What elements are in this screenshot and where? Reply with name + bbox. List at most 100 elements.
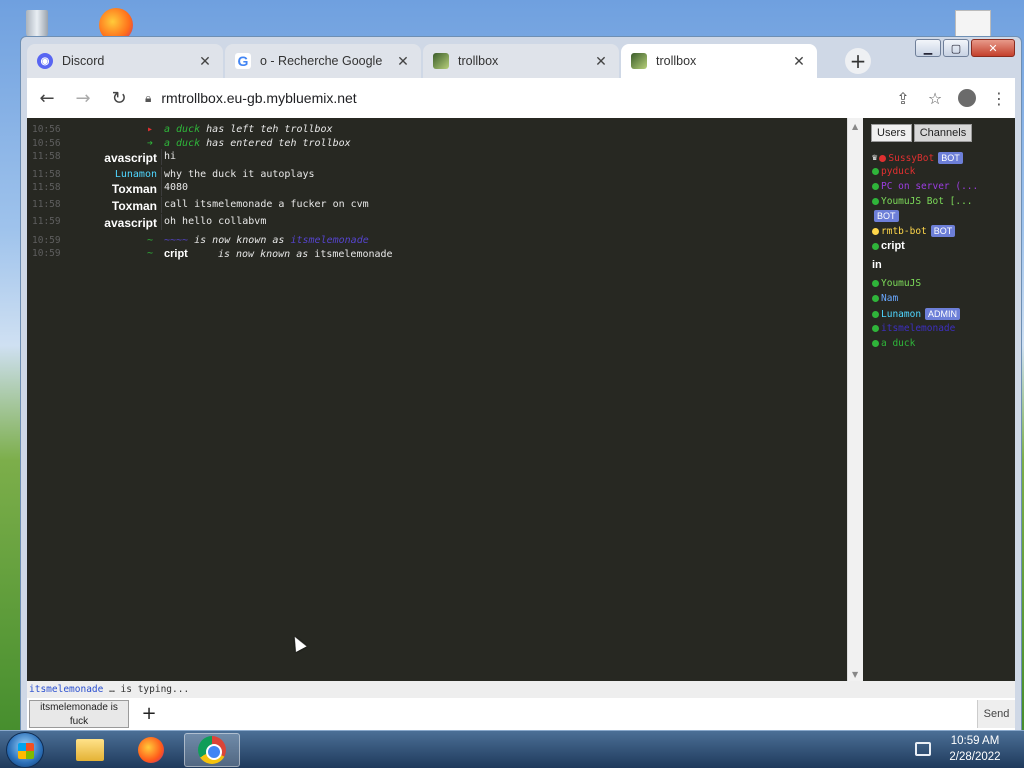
username[interactable]: a duck — [164, 124, 200, 135]
tab-label: trollbox — [656, 54, 697, 68]
user-name: itsmelemonade — [881, 323, 956, 334]
menu-icon[interactable]: ⋮ — [983, 82, 1015, 114]
tab-channels[interactable]: Channels — [913, 124, 973, 142]
timestamp: 10:59 — [32, 248, 61, 259]
chat-line: 11:59 avascript oh hello collabvm — [27, 214, 847, 230]
nickname[interactable]: avascript — [104, 216, 157, 230]
status-dot-icon — [872, 183, 879, 190]
user-list-item[interactable]: cript — [872, 240, 905, 252]
user-name: YoumuJS — [881, 278, 922, 289]
username[interactable]: ~~~~ — [164, 235, 188, 246]
taskbar-explorer[interactable] — [62, 733, 118, 767]
taskbar-chrome[interactable] — [184, 733, 240, 767]
user-list-item[interactable]: PC on server (... — [872, 181, 978, 192]
discord-icon: ◉ — [37, 53, 53, 69]
tab-discord[interactable]: ◉ Discord ✕ — [27, 44, 223, 78]
taskbar-firefox[interactable] — [123, 733, 179, 767]
user-name: YoumuJS Bot [... — [881, 196, 973, 207]
timestamp: 11:58 — [32, 169, 61, 180]
system-text: is now known as — [217, 249, 309, 260]
user-list-item[interactable]: ♛ SussyBot BOT — [872, 152, 963, 164]
rename-icon: ~ — [147, 235, 154, 246]
back-icon[interactable]: ← — [31, 82, 63, 114]
message-input[interactable] — [167, 700, 977, 728]
nickname[interactable]: Toxman — [112, 182, 157, 196]
tab-users[interactable]: Users — [871, 124, 912, 142]
scroll-down-icon[interactable]: ▼ — [852, 670, 858, 679]
send-button[interactable]: Send — [977, 700, 1015, 728]
channel-button[interactable]: itsmelemonade is fuck — [29, 700, 129, 728]
timestamp: 11:58 — [32, 151, 61, 162]
chat-line: 10:56 ➔ a duck has entered teh trollbox — [27, 138, 847, 152]
message-text: why the duck it autoplays — [164, 169, 315, 180]
address-bar[interactable]: rmtrollbox.eu-gb.mybluemix.net — [161, 90, 887, 106]
add-button[interactable]: + — [135, 704, 163, 726]
close-tab-icon[interactable]: ✕ — [197, 53, 213, 70]
star-icon[interactable]: ☆ — [919, 82, 951, 114]
profile-icon[interactable] — [951, 82, 983, 114]
separator — [161, 214, 162, 230]
nickname[interactable]: Toxman — [112, 199, 157, 213]
role-badge: BOT — [874, 210, 899, 222]
new-tab-button[interactable]: + — [845, 48, 871, 74]
separator — [161, 197, 162, 213]
nickname[interactable]: avascript — [104, 151, 157, 165]
user-list-item[interactable]: itsmelemonade — [872, 323, 955, 334]
separator — [161, 180, 162, 196]
chat-line: 10:59 ~ ~~~~ is now known as itsmelemona… — [27, 235, 847, 249]
chrome-icon — [198, 736, 226, 764]
forward-icon[interactable]: → — [67, 82, 99, 114]
status-dot-icon — [872, 227, 879, 235]
close-tab-icon[interactable]: ✕ — [593, 53, 609, 70]
chat-scrollbar[interactable]: ▲ ▼ — [847, 118, 863, 681]
nickname[interactable]: Lunamon — [115, 169, 157, 180]
close-tab-icon[interactable]: ✕ — [791, 53, 807, 70]
user-list-item[interactable]: rmtb-bot BOT — [872, 225, 956, 237]
user-list-item[interactable]: in — [872, 259, 882, 271]
chat-line: 11:58 Toxman 4080 — [27, 180, 847, 196]
user-name: pyduck — [881, 166, 916, 177]
scroll-up-icon[interactable]: ▲ — [852, 122, 858, 131]
trollbox-page: 10:56 ▸ a duck has left teh trollbox 10:… — [27, 118, 1015, 730]
share-icon[interactable]: ⇪ — [887, 82, 919, 114]
timestamp: 11:59 — [32, 216, 61, 227]
lock-icon[interactable]: 🔒︎ — [145, 91, 151, 106]
user-list-item[interactable]: a duck — [872, 338, 915, 349]
network-icon[interactable] — [915, 742, 931, 756]
role-badge: BOT — [938, 152, 963, 164]
clock[interactable]: 10:59 AM 2/28/2022 — [940, 733, 1010, 765]
clock-time: 10:59 AM — [950, 735, 1000, 747]
enter-arrow-icon: ➔ — [147, 138, 154, 149]
tab-label: Discord — [62, 54, 105, 68]
tab-trollbox-active[interactable]: trollbox ✕ — [621, 44, 817, 78]
close-tab-icon[interactable]: ✕ — [395, 53, 411, 70]
status-dot-icon — [872, 310, 879, 318]
user-name: rmtb-bot — [881, 225, 927, 237]
tab-trollbox-1[interactable]: trollbox ✕ — [423, 44, 619, 78]
role-badge: ADMIN — [925, 308, 961, 320]
status-dot-icon — [872, 280, 879, 287]
folder-icon — [76, 739, 104, 761]
user-list-item[interactable]: Lunamon ADMIN — [872, 308, 961, 320]
browser-window: ▁ ▢ ✕ ◉ Discord ✕ G o - Recherche Google… — [20, 36, 1022, 732]
system-text: has entered teh trollbox — [206, 138, 351, 149]
user-name: in — [872, 259, 882, 271]
reload-icon[interactable]: ↻ — [103, 82, 135, 114]
user-list-item[interactable]: YoumuJS Bot [... — [872, 196, 973, 207]
user-list-item[interactable]: YoumuJS — [872, 278, 921, 289]
new-username[interactable]: itsmelemonade — [314, 249, 392, 260]
status-dot-icon — [872, 198, 879, 205]
message-text: 4080 — [164, 182, 189, 193]
user-list-item[interactable]: pyduck — [872, 166, 915, 177]
input-row: itsmelemonade is fuck + Send — [27, 698, 1015, 730]
tab-google[interactable]: G o - Recherche Google ✕ — [225, 44, 421, 78]
chat-line: 10:59 ~ cript is now known as itsmelemon… — [27, 248, 847, 262]
taskbar: 10:59 AM 2/28/2022 — [0, 730, 1024, 768]
system-text: is now known as — [194, 235, 285, 246]
username[interactable]: a duck — [164, 138, 200, 149]
start-button[interactable] — [6, 732, 44, 768]
user-list-item[interactable]: Nam — [872, 293, 898, 304]
crown-icon: ♛ — [872, 153, 878, 163]
username[interactable]: cript — [164, 248, 188, 260]
new-username[interactable]: itsmelemonade — [290, 235, 368, 246]
